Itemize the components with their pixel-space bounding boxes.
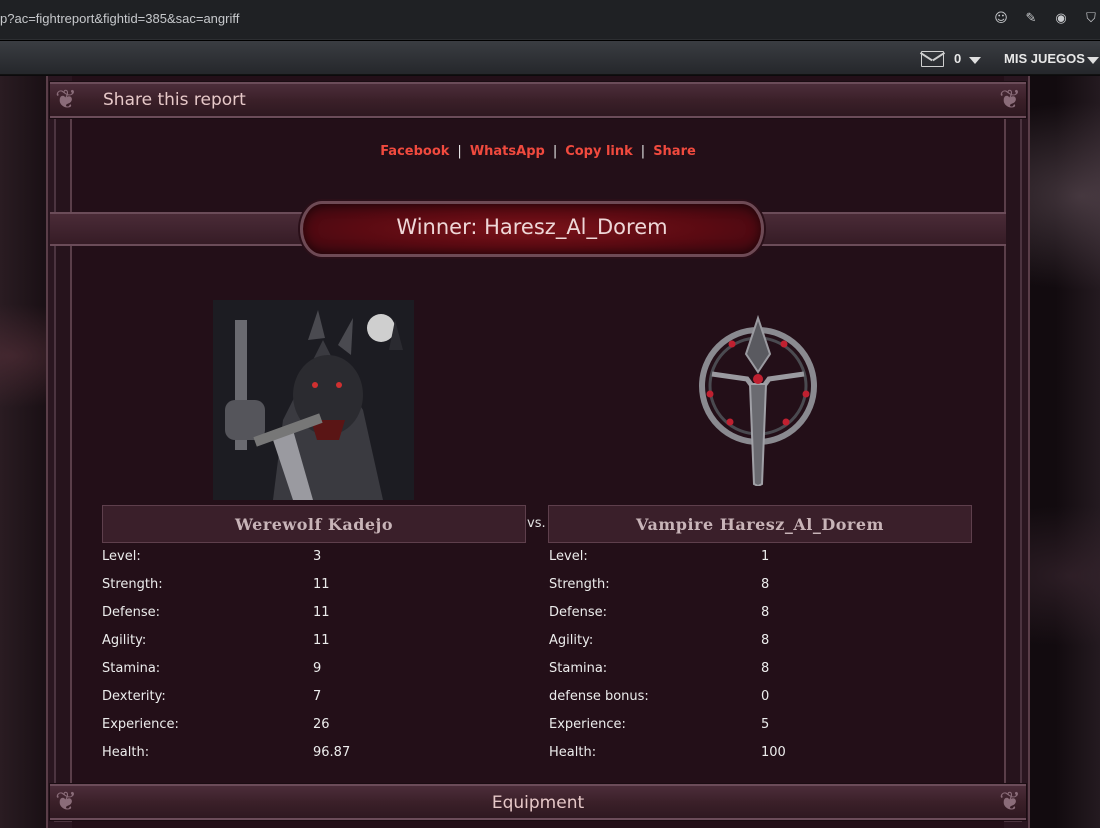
url-text[interactable]: p?ac=fightreport&fightid=385&sac=angriff [0,11,239,26]
chevron-down-icon[interactable] [1087,57,1099,64]
vs-label: vs. [527,516,546,531]
stat-value: 0 [761,689,770,704]
stat-label: Strength: [549,577,610,592]
stat-value: 9 [313,661,322,676]
shield-icon[interactable]: ⛉ [1082,10,1100,28]
facebook-link[interactable]: Facebook [380,144,449,159]
stat-value: 11 [313,633,330,648]
chevron-down-icon[interactable] [969,57,981,64]
stat-value: 11 [313,577,330,592]
equipment-title: Equipment [491,793,585,813]
whatsapp-link[interactable]: WhatsApp [470,144,545,159]
copy-link[interactable]: Copy link [565,144,633,159]
stat-label: Defense: [102,605,160,620]
stat-value: 8 [761,605,770,620]
fight-report-panel [46,76,1030,828]
smiley-icon[interactable]: ☺ [992,10,1010,28]
separator: | [640,144,646,159]
panel-inner [72,76,1004,828]
browser-address-bar: p?ac=fightreport&fightid=385&sac=angriff… [0,0,1100,40]
stat-value: 8 [761,661,770,676]
stat-value: 7 [313,689,322,704]
stat-label: Level: [102,549,141,564]
stat-value: 26 [313,717,330,732]
stat-value: 11 [313,605,330,620]
share-link[interactable]: Share [653,144,696,159]
share-links: Facebook | WhatsApp | Copy link | Share [0,144,1076,159]
game-top-bar: 0 MIS JUEGOS [0,40,1100,75]
werewolf-avatar[interactable] [213,300,414,500]
right-fighter-name[interactable]: Vampire Haresz_Al_Dorem [548,505,972,543]
mail-icon[interactable] [921,51,944,67]
share-title: Share this report [103,90,246,110]
stat-label: Agility: [549,633,594,648]
stat-label: Stamina: [549,661,608,676]
stat-label: Level: [549,549,588,564]
stat-value: 1 [761,549,770,564]
stat-label: Health: [549,745,597,760]
vampire-emblem[interactable] [692,314,824,488]
stat-value: 100 [761,745,786,760]
stat-value: 3 [313,549,322,564]
stat-label: Dexterity: [102,689,166,704]
stat-label: Defense: [549,605,607,620]
ornament-icon: ❦ [999,85,1021,115]
stat-label: Stamina: [102,661,161,676]
stat-value: 96.87 [313,745,351,760]
stat-value: 8 [761,577,770,592]
left-fighter-name[interactable]: Werewolf Kadejo [102,505,526,543]
stat-value: 5 [761,717,770,732]
stat-label: defense bonus: [549,689,649,704]
browser-toolbar-icons: ☺ ✎ ◉ ⛉ [992,10,1100,28]
edit-icon[interactable]: ✎ [1022,10,1040,28]
stat-label: Strength: [102,577,163,592]
games-menu[interactable]: MIS JUEGOS [1004,51,1085,66]
werewolf-image [213,300,414,500]
stat-label: Health: [102,745,150,760]
winner-text: Winner: Haresz_Al_Dorem [396,215,668,239]
stat-label: Experience: [549,717,626,732]
vampire-emblem-image [699,314,817,488]
separator: | [552,144,558,159]
separator: | [457,144,462,159]
stat-label: Agility: [102,633,147,648]
stat-label: Experience: [102,717,179,732]
ornament-icon: ❦ [55,85,77,115]
stat-value: 8 [761,633,770,648]
camera-icon[interactable]: ◉ [1052,10,1070,28]
message-count[interactable]: 0 [954,51,961,66]
